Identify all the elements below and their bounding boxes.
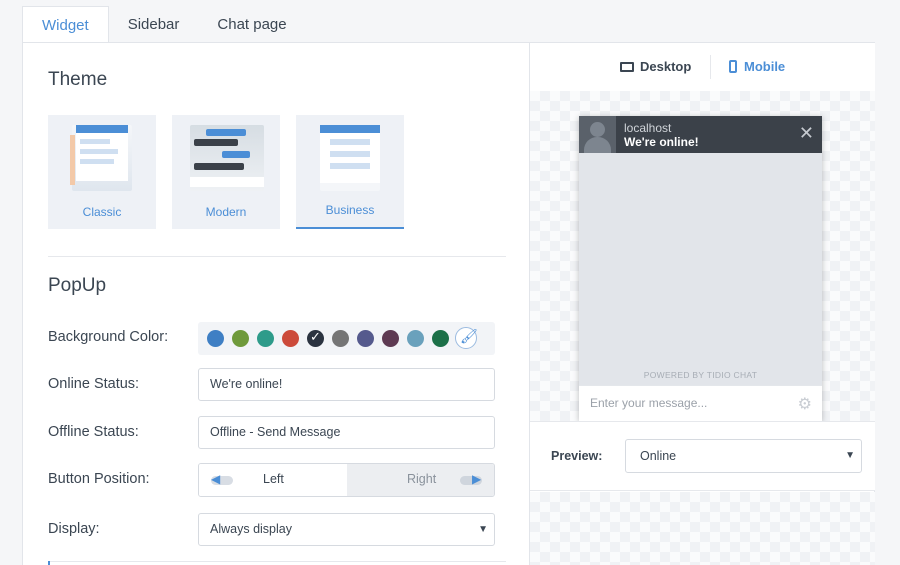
caret-down-icon: ▼: [845, 450, 855, 461]
online-status-label: Online Status:: [48, 376, 140, 392]
display-label: Display:: [48, 521, 100, 537]
preview-label: Preview:: [551, 449, 603, 463]
operator-avatar: [579, 116, 616, 153]
theme-classic-label: Classic: [82, 205, 122, 219]
preview-panel: Desktop Mobile localhost We're online! ✕…: [530, 42, 875, 565]
position-left-label: Left: [263, 472, 284, 486]
theme-modern-label: Modern: [205, 205, 247, 219]
desktop-label: Desktop: [640, 59, 692, 74]
right-arrow-icon: ▶: [460, 472, 482, 486]
theme-modern[interactable]: Modern: [172, 115, 280, 229]
chat-host: localhost: [624, 121, 672, 135]
display-select[interactable]: Always display ▼: [198, 513, 495, 546]
chat-header: localhost We're online! ✕: [579, 116, 822, 153]
button-position-label: Button Position:: [48, 471, 150, 487]
theme-business[interactable]: Business: [296, 115, 404, 229]
next-section-divider: [48, 561, 506, 565]
chat-widget-preview: localhost We're online! ✕ POWERED BY TID…: [579, 116, 822, 421]
preview-value: Online: [640, 449, 677, 463]
business-thumbnail: [320, 125, 380, 191]
color-picker: 🖌: [198, 322, 495, 355]
message-placeholder: Enter your message...: [590, 396, 708, 410]
preview-select[interactable]: Online ▼: [625, 439, 862, 473]
tab-bar: Widget Sidebar Chat page: [22, 6, 306, 44]
custom-color-button[interactable]: 🖌: [455, 327, 478, 349]
color-swatch-gray[interactable]: [332, 330, 349, 347]
desktop-toggle[interactable]: Desktop: [620, 59, 691, 74]
theme-heading: Theme: [48, 69, 108, 90]
offline-status-input[interactable]: Offline - Send Message: [198, 416, 495, 449]
offline-status-label: Offline Status:: [48, 424, 139, 440]
color-swatch-teal[interactable]: [257, 330, 274, 347]
popup-heading: PopUp: [48, 275, 107, 296]
modern-thumbnail: [190, 125, 264, 191]
preview-canvas-lower: [530, 492, 875, 565]
position-right-option[interactable]: Right ▶: [347, 464, 494, 496]
gear-icon[interactable]: ⚙: [798, 394, 812, 414]
theme-business-label: Business: [325, 203, 375, 217]
section-divider: [48, 256, 506, 257]
classic-thumbnail: [70, 125, 132, 191]
preview-row: Preview: Online ▼: [530, 421, 875, 491]
device-switcher: Desktop Mobile: [530, 43, 875, 91]
close-icon[interactable]: ✕: [799, 123, 814, 144]
settings-panel: Theme Classic Modern Business PopUp Back…: [22, 42, 530, 565]
color-swatch-light-blue[interactable]: [407, 330, 424, 347]
chat-status: We're online!: [624, 135, 699, 149]
theme-options: Classic Modern Business: [48, 115, 420, 229]
color-swatch-dark-selected[interactable]: [307, 329, 324, 347]
position-right-label: Right: [407, 472, 437, 486]
button-position-toggle: ◀ Left Right ▶: [198, 463, 495, 497]
color-swatch-green[interactable]: [232, 330, 249, 347]
display-value: Always display: [210, 522, 292, 536]
mobile-label: Mobile: [744, 59, 786, 74]
device-separator: [710, 55, 711, 79]
color-swatch-indigo[interactable]: [357, 330, 374, 347]
position-left-option[interactable]: ◀ Left: [199, 464, 347, 496]
color-swatch-dark-green[interactable]: [432, 330, 449, 347]
tab-chat-page[interactable]: Chat page: [198, 6, 305, 43]
online-status-input[interactable]: We're online!: [198, 368, 495, 401]
left-arrow-icon: ◀: [211, 472, 233, 486]
color-swatch-red[interactable]: [282, 330, 299, 347]
color-swatch-blue[interactable]: [207, 330, 224, 347]
paintbrush-icon: 🖌: [460, 328, 478, 344]
color-swatch-plum[interactable]: [382, 330, 399, 347]
caret-down-icon: ▼: [478, 524, 488, 535]
background-color-label: Background Color:: [48, 329, 169, 345]
desktop-monitor-icon: [620, 62, 634, 72]
theme-classic[interactable]: Classic: [48, 115, 156, 229]
tab-sidebar[interactable]: Sidebar: [109, 6, 199, 43]
powered-by: POWERED BY TIDIO CHAT: [643, 370, 758, 380]
chat-message-input[interactable]: Enter your message... ⚙: [579, 385, 822, 421]
mobile-toggle[interactable]: Mobile: [729, 59, 785, 74]
mobile-phone-icon: [729, 60, 737, 73]
tab-widget[interactable]: Widget: [22, 6, 109, 44]
